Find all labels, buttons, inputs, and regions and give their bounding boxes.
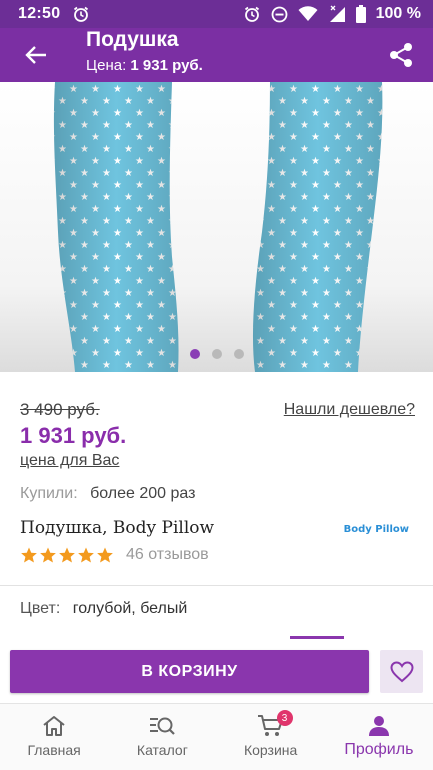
rating-stars [20, 546, 114, 564]
add-to-cart-button[interactable]: В КОРЗИНУ [10, 650, 369, 693]
product-image-gallery[interactable]: ★ ★ [0, 82, 433, 372]
page-title: Подушка [86, 28, 179, 51]
alarm-icon [243, 5, 261, 23]
star-icon [40, 547, 56, 563]
product-name: Подушка, Body Pillow [20, 518, 215, 538]
nav-cart[interactable]: 3 Корзина [217, 704, 325, 770]
brand-logo: Body Pillow [343, 524, 409, 535]
battery-level: 100 % [375, 5, 421, 22]
current-price: 1 931 руб. [20, 423, 127, 448]
gallery-dot-1[interactable] [189, 349, 200, 359]
wifi-icon [298, 6, 318, 22]
nav-catalog-label: Каталог [136, 742, 188, 758]
gallery-dot-2[interactable] [211, 349, 222, 359]
do-not-disturb-icon [271, 6, 288, 23]
old-price: 3 490 руб. [20, 400, 100, 419]
purchases-label: Купили: [20, 485, 78, 502]
header-price-value: 1 931 руб. [130, 57, 203, 74]
status-time: 12:50 [18, 5, 61, 22]
found-cheaper-link[interactable]: Нашли дешевле? [284, 401, 415, 419]
gallery-dot-3[interactable] [233, 349, 244, 359]
purchases-count: Купили: более 200 раз [20, 485, 195, 503]
nav-profile-label: Профиль [344, 741, 414, 758]
app-bar: Подушка Цена: 1 931 руб. [0, 28, 433, 82]
nav-home-label: Главная [27, 742, 81, 758]
status-bar: 12:50 100 % [0, 0, 433, 28]
product-image: ★ ★ [53, 82, 383, 372]
share-button[interactable] [381, 35, 421, 75]
star-icon [59, 547, 75, 563]
price-for-you-link[interactable]: цена для Вас [20, 452, 119, 470]
star-icon [21, 547, 37, 563]
profile-icon [368, 716, 389, 736]
home-icon [43, 716, 65, 736]
catalog-search-icon [150, 717, 176, 735]
signal-icon [328, 5, 346, 23]
star-icon [97, 547, 113, 563]
color-row: Цвет: голубой, белый [20, 600, 187, 618]
cart-count-badge: 3 [276, 710, 293, 726]
battery-icon [355, 5, 366, 23]
action-bar: В КОРЗИНУ [0, 640, 433, 703]
heart-icon [389, 660, 414, 682]
reviews-count[interactable]: 46 отзывов [126, 546, 209, 564]
arrow-back-icon [25, 46, 46, 64]
bottom-navigation: Главная Каталог 3 Корзина Профиль [0, 703, 433, 770]
back-button[interactable] [18, 37, 54, 73]
color-value: голубой, белый [72, 600, 188, 617]
nav-home[interactable]: Главная [0, 704, 108, 770]
nav-cart-label: Корзина [243, 742, 298, 758]
star-icon [78, 547, 94, 563]
alarm-icon [72, 5, 90, 23]
purchases-value: более 200 раз [90, 485, 196, 502]
color-label: Цвет: [20, 600, 61, 617]
divider [0, 585, 433, 586]
gallery-pagination[interactable] [0, 349, 433, 359]
nav-catalog[interactable]: Каталог [108, 704, 216, 770]
nav-profile[interactable]: Профиль [325, 704, 433, 770]
rating[interactable]: 46 отзывов [20, 546, 209, 564]
favorite-button[interactable] [380, 650, 423, 693]
share-icon [390, 43, 412, 67]
header-price-label: Цена: [86, 57, 127, 74]
header-price: Цена: 1 931 руб. [86, 56, 203, 76]
